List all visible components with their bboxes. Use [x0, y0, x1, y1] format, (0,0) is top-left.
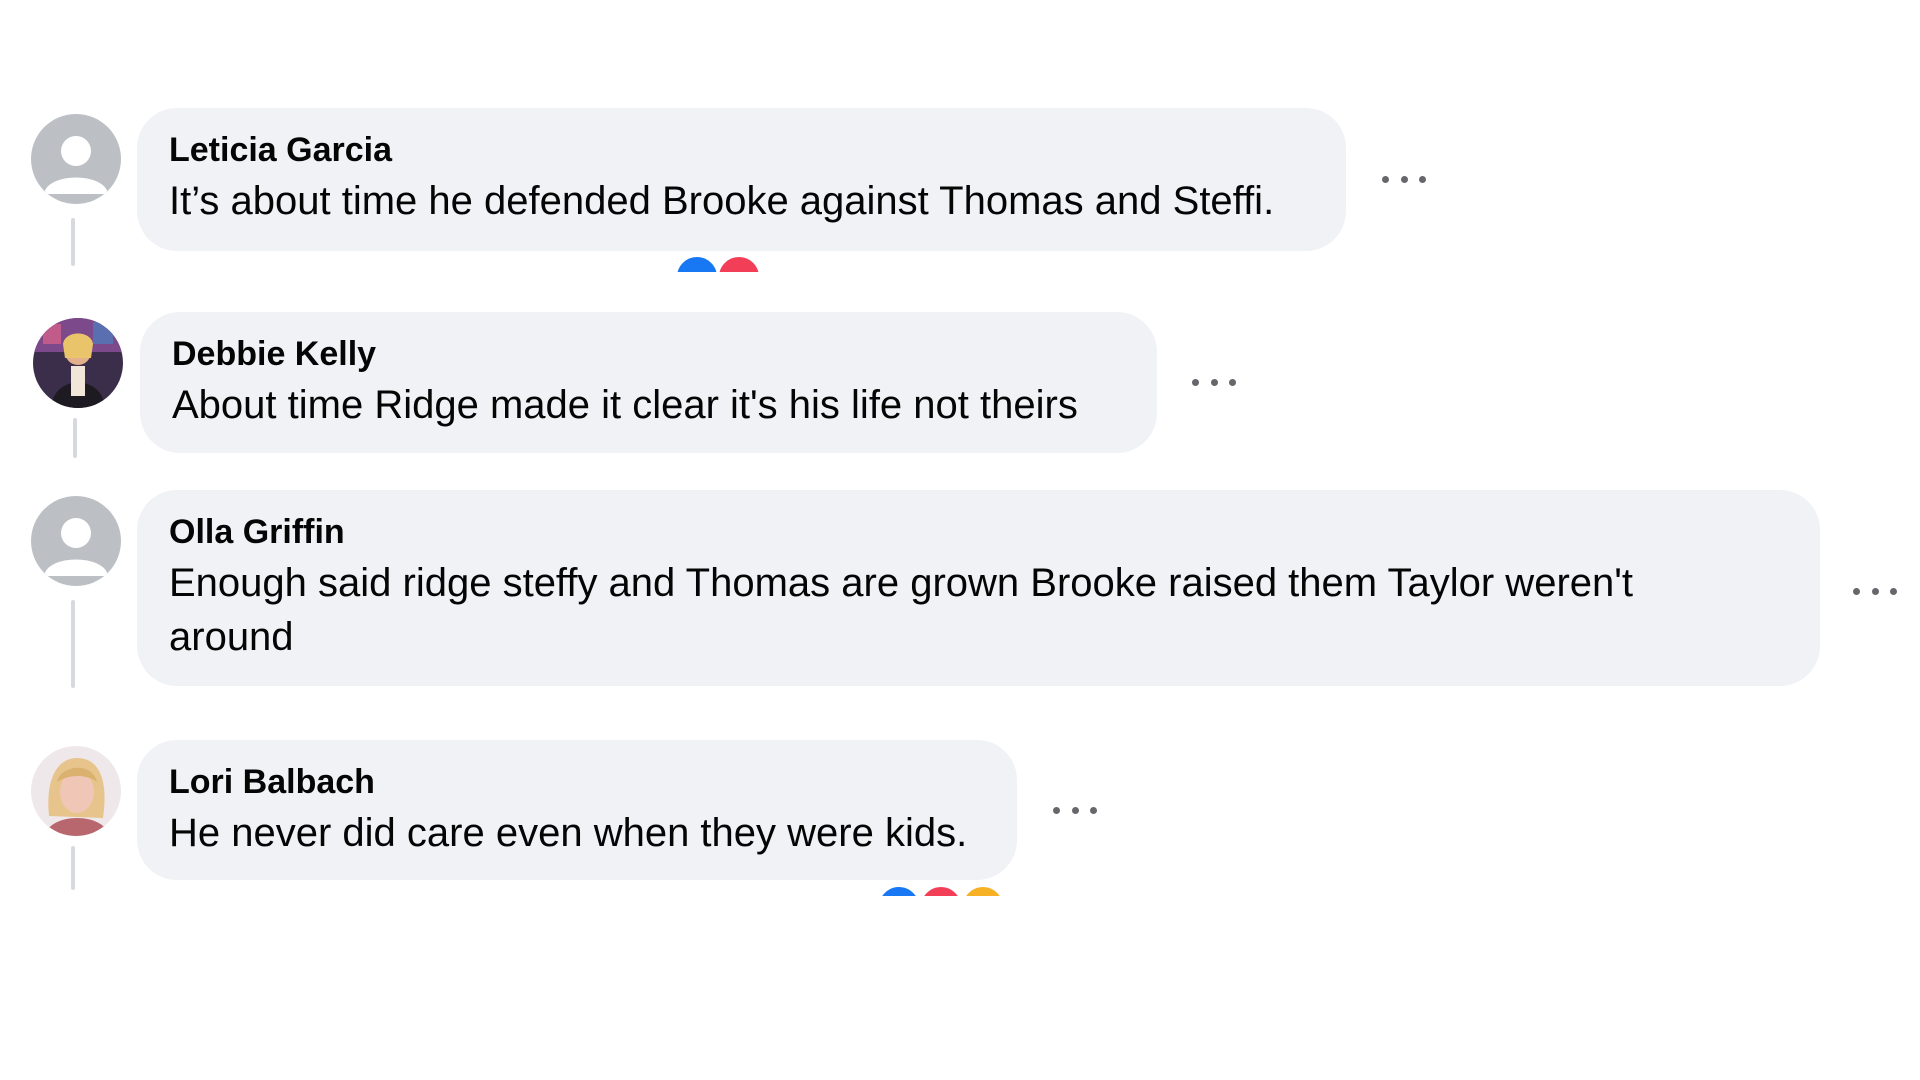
default-profile-icon[interactable]: [31, 496, 121, 586]
comment-bubble: Leticia Garcia It’s about time he defend…: [137, 108, 1346, 251]
comment-bubble: Debbie Kelly About time Ridge made it cl…: [140, 312, 1157, 453]
comment-author[interactable]: Lori Balbach: [169, 762, 987, 802]
comment-thread: Leticia Garcia It’s about time he defend…: [0, 0, 1920, 1080]
more-options-icon[interactable]: [1192, 375, 1236, 389]
comment-author[interactable]: Olla Griffin: [169, 512, 1790, 552]
haha-icon: [960, 884, 1006, 896]
comment-text: It’s about time he defended Brooke again…: [169, 179, 1275, 223]
thread-line: [71, 218, 75, 266]
thread-line: [71, 600, 75, 688]
default-profile-icon[interactable]: [31, 114, 121, 204]
comment-author[interactable]: Leticia Garcia: [169, 130, 1316, 170]
comment-text: He never did care even when they were ki…: [169, 811, 968, 855]
like-icon: [674, 254, 720, 272]
love-icon: [918, 884, 964, 896]
thread-line: [73, 418, 77, 458]
comment-text: About time Ridge made it clear it's his …: [172, 383, 1078, 427]
love-icon: [716, 254, 762, 272]
like-icon: [876, 884, 922, 896]
reaction-summary[interactable]: [876, 884, 1016, 896]
comment-bubble: Olla Griffin Enough said ridge steffy an…: [137, 490, 1820, 686]
more-options-icon[interactable]: [1853, 584, 1897, 598]
comment-text: Enough said ridge steffy and Thomas are …: [169, 561, 1634, 659]
avatar[interactable]: [33, 318, 123, 408]
comment-author[interactable]: Debbie Kelly: [172, 334, 1127, 374]
reaction-summary[interactable]: [674, 254, 774, 272]
more-options-icon[interactable]: [1382, 172, 1426, 186]
more-options-icon[interactable]: [1053, 803, 1097, 817]
avatar[interactable]: [31, 746, 121, 836]
comment-bubble: Lori Balbach He never did care even when…: [137, 740, 1017, 880]
thread-line: [71, 846, 75, 890]
